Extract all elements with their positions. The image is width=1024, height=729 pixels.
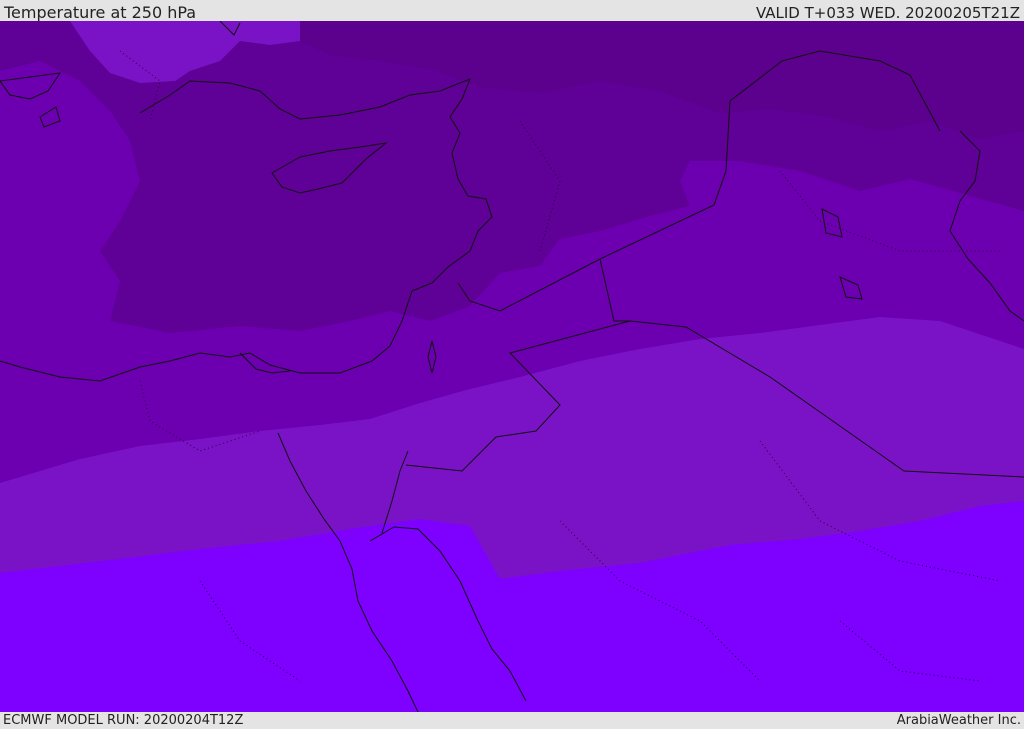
footer-bar: ECMWF MODEL RUN: 20200204T12Z ArabiaWeat…: [0, 712, 1024, 729]
credit-label: ArabiaWeather Inc.: [896, 713, 1021, 728]
map-title: Temperature at 250 hPa: [4, 3, 197, 22]
header-bar: Temperature at 250 hPa VALID T+033 WED. …: [0, 0, 1024, 22]
model-run-label: ECMWF MODEL RUN: 20200204T12Z: [3, 713, 244, 728]
valid-time: VALID T+033 WED. 20200205T21Z: [755, 4, 1020, 22]
temperature-map: [0, 21, 1024, 712]
